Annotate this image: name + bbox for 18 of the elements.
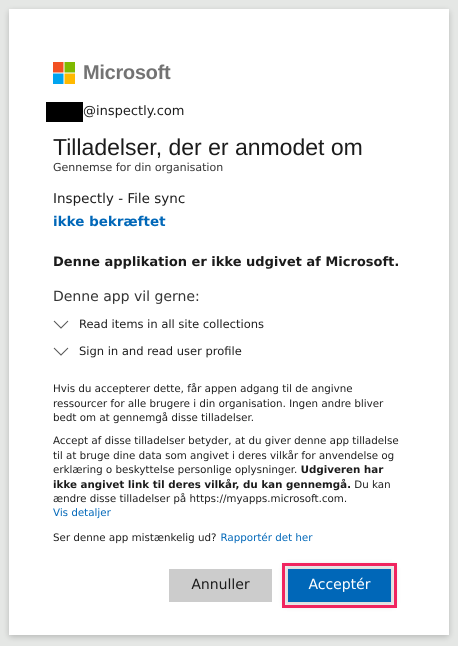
logo-icon bbox=[53, 62, 75, 84]
info-paragraph: Hvis du accepterer dette, får appen adgang til de angivne ressourcer for alle brugere i din organisation. Ingen andre bliver bedt om at gennemgå disse tilladelser. bbox=[53, 382, 384, 426]
info-paragraph: Accept af disse tilladelser betyder, at du giver denne app tilladelse til at bruge dine data som angivet i deres vilkår for anvendelse og erklæring o beskyttelse personlige oplysninger. Udgiveren har ikke angivet link til deres vilkår, du kan gennemgå. Du kan ændre disse tilladelser på https://myapps.microsoft.com. Vis detaljer bbox=[53, 434, 400, 521]
app-name: Inspectly - File sync bbox=[53, 190, 186, 209]
publisher-notice: Denne applikation er ikke udgivet af Microsoft. bbox=[53, 254, 400, 272]
account-email: @inspectly.com bbox=[83, 103, 184, 122]
details-link[interactable]: Vis detaljer bbox=[53, 507, 111, 520]
permission-item[interactable]: Sign in and read user profile bbox=[53, 342, 242, 360]
accept-button[interactable]: Acceptér bbox=[288, 569, 391, 602]
page-title: Tilladelser, der er anmodet om bbox=[53, 134, 364, 160]
cancel-button[interactable]: Annuller bbox=[169, 569, 272, 602]
logo-text: Microsoft bbox=[83, 61, 170, 86]
permissions-heading: Denne app vil gerne: bbox=[53, 288, 201, 307]
report-question: Ser denne app mistænkelig ud? bbox=[53, 530, 216, 546]
report-link[interactable]: Rapportér det her bbox=[220, 530, 312, 546]
verification-link[interactable]: ikke bekræftet bbox=[53, 214, 166, 230]
permission-item[interactable]: Read items in all site collections bbox=[53, 316, 264, 333]
page-subtitle: Gennemse for din organisation bbox=[53, 160, 224, 176]
